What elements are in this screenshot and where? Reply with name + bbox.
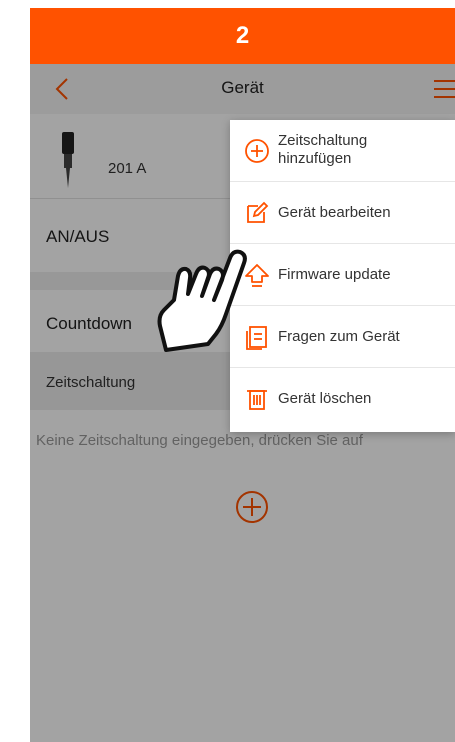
menu-item-label: Gerät bearbeiten xyxy=(278,204,391,221)
menu-item-label: Zeitschaltung hinzufügen xyxy=(278,132,367,168)
menu-item-label-line1: Zeitschaltung xyxy=(278,132,368,149)
menu-item-label: Fragen zum Gerät xyxy=(278,328,400,345)
menu-item-label: Gerät löschen xyxy=(278,390,372,407)
step-number-banner: 2 xyxy=(30,8,455,64)
plus-circle-icon xyxy=(245,139,269,163)
menu-item-label-line2: hinzufügen xyxy=(278,150,352,167)
menu-item-label: Firmware update xyxy=(278,266,391,283)
pointing-hand-icon xyxy=(157,249,247,352)
app-screen: Gerät 201 A AN/AUS Countdown Zeitschaltu… xyxy=(30,64,455,742)
menu-item-add-schedule[interactable]: Zeitschaltung hinzufügen xyxy=(230,120,455,182)
menu-item-edit-device[interactable]: Gerät bearbeiten xyxy=(230,182,455,244)
edit-icon xyxy=(247,201,269,223)
step-number: 2 xyxy=(235,22,250,49)
phone-frame: 2 Gerät 201 A AN/AUS Countdown Zeitschal… xyxy=(30,8,455,742)
trash-icon xyxy=(247,390,267,410)
menu-item-delete-device[interactable]: Gerät löschen xyxy=(230,368,455,430)
